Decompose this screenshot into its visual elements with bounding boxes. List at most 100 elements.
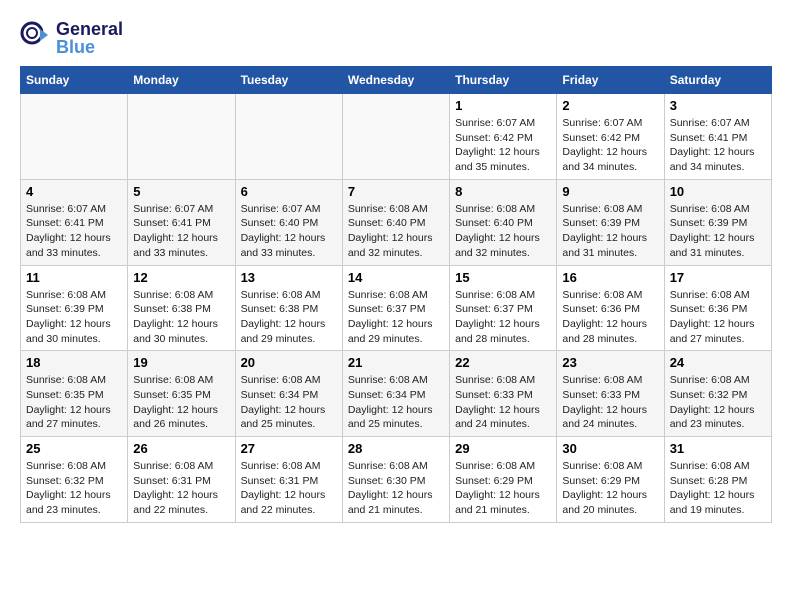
calendar-cell: 31Sunrise: 6:08 AMSunset: 6:28 PMDayligh… (664, 437, 771, 523)
day-info: Sunrise: 6:08 AMSunset: 6:33 PMDaylight:… (562, 373, 658, 432)
calendar-week-row: 11 Sunrise: 6:08 AMSunset: 6:39 PMDayligh… (21, 265, 772, 351)
calendar-cell: 18Sunrise: 6:08 AMSunset: 6:35 PMDayligh… (21, 351, 128, 437)
calendar-cell: 2Sunrise: 6:07 AMSunset: 6:42 PMDaylight… (557, 94, 664, 180)
day-info: Sunrise: 6:08 AMSunset: 6:36 PMDaylight:… (562, 288, 658, 347)
day-info: Sunrise: 6:08 AMSunset: 6:34 PMDaylight:… (348, 373, 444, 432)
calendar-cell: 14Sunrise: 6:08 AMSunset: 6:37 PMDayligh… (342, 265, 449, 351)
day-number: 24 (670, 355, 766, 370)
calendar-cell: 11 Sunrise: 6:08 AMSunset: 6:39 PMDayligh… (21, 265, 128, 351)
day-info: Sunrise: 6:07 AMSunset: 6:42 PMDaylight:… (455, 116, 551, 175)
day-info: Sunrise: 6:08 AMSunset: 6:31 PMDaylight:… (133, 459, 229, 518)
day-info: Sunrise: 6:08 AMSunset: 6:39 PMDaylight:… (670, 202, 766, 261)
day-info: Sunrise: 6:08 AMSunset: 6:38 PMDaylight:… (133, 288, 229, 347)
calendar-day-header: Sunday (21, 67, 128, 94)
calendar-cell: 5 Sunrise: 6:07 AMSunset: 6:41 PMDaylight… (128, 179, 235, 265)
calendar-cell: 20 Sunrise: 6:08 AMSunset: 6:34 PMDayligh… (235, 351, 342, 437)
day-number: 29 (455, 441, 551, 456)
day-number: 16 (562, 270, 658, 285)
day-info: Sunrise: 6:08 AMSunset: 6:31 PMDaylight:… (241, 459, 337, 518)
day-number: 26 (133, 441, 229, 456)
day-number: 31 (670, 441, 766, 456)
day-number: 27 (241, 441, 337, 456)
calendar-cell: 12 Sunrise: 6:08 AMSunset: 6:38 PMDayligh… (128, 265, 235, 351)
calendar-cell: 27 Sunrise: 6:08 AMSunset: 6:31 PMDayligh… (235, 437, 342, 523)
calendar-cell: 1 Sunrise: 6:07 AMSunset: 6:42 PMDaylight… (450, 94, 557, 180)
day-number: 28 (348, 441, 444, 456)
calendar-cell: 13 Sunrise: 6:08 AMSunset: 6:38 PMDayligh… (235, 265, 342, 351)
day-info: Sunrise: 6:08 AMSunset: 6:35 PMDaylight:… (133, 373, 229, 432)
day-number: 11 (26, 270, 122, 285)
day-number: 6 (241, 184, 337, 199)
day-number: 19 (133, 355, 229, 370)
calendar-cell: 29Sunrise: 6:08 AMSunset: 6:29 PMDayligh… (450, 437, 557, 523)
day-number: 7 (348, 184, 444, 199)
day-info: Sunrise: 6:07 AMSunset: 6:41 PMDaylight:… (133, 202, 229, 261)
day-number: 18 (26, 355, 122, 370)
calendar-week-row: 18 Sunrise: 6:08 AMSunset: 6:35 PMDayligh… (21, 351, 772, 437)
day-info: Sunrise: 6:07 AMSunset: 6:42 PMDaylight:… (562, 116, 658, 175)
day-number: 10 (670, 184, 766, 199)
day-number: 21 (348, 355, 444, 370)
calendar-body: 1 Sunrise: 6:07 AMSunset: 6:42 PMDaylight… (21, 94, 772, 523)
day-info: Sunrise: 6:08 AMSunset: 6:40 PMDaylight:… (455, 202, 551, 261)
day-number: 25 (26, 441, 122, 456)
day-info: Sunrise: 6:08 AMSunset: 6:38 PMDaylight:… (241, 288, 337, 347)
calendar-cell: 7 Sunrise: 6:08 AMSunset: 6:40 PMDaylight… (342, 179, 449, 265)
calendar-week-row: 4 Sunrise: 6:07 AMSunset: 6:41 PMDaylight… (21, 179, 772, 265)
logo-blue: Blue (56, 38, 123, 56)
day-number: 3 (670, 98, 766, 113)
calendar-cell (21, 94, 128, 180)
day-number: 15 (455, 270, 551, 285)
day-info: Sunrise: 6:08 AMSunset: 6:39 PMDaylight:… (26, 288, 122, 347)
day-info: Sunrise: 6:07 AMSunset: 6:41 PMDaylight:… (26, 202, 122, 261)
page-header: General Blue (20, 20, 772, 56)
calendar-week-row: 25 Sunrise: 6:08 AMSunset: 6:32 PMDayligh… (21, 437, 772, 523)
calendar-day-header: Wednesday (342, 67, 449, 94)
day-number: 4 (26, 184, 122, 199)
logo-graphic (20, 21, 50, 56)
calendar-cell: 19 Sunrise: 6:08 AMSunset: 6:35 PMDayligh… (128, 351, 235, 437)
day-info: Sunrise: 6:08 AMSunset: 6:40 PMDaylight:… (348, 202, 444, 261)
logo-container: General Blue (20, 20, 123, 56)
day-info: Sunrise: 6:07 AMSunset: 6:41 PMDaylight:… (670, 116, 766, 175)
calendar-cell: 26 Sunrise: 6:08 AMSunset: 6:31 PMDayligh… (128, 437, 235, 523)
day-number: 1 (455, 98, 551, 113)
day-number: 5 (133, 184, 229, 199)
calendar-cell: 28 Sunrise: 6:08 AMSunset: 6:30 PMDayligh… (342, 437, 449, 523)
day-number: 8 (455, 184, 551, 199)
calendar-day-header: Monday (128, 67, 235, 94)
calendar-cell: 16 Sunrise: 6:08 AMSunset: 6:36 PMDayligh… (557, 265, 664, 351)
day-info: Sunrise: 6:08 AMSunset: 6:39 PMDaylight:… (562, 202, 658, 261)
day-number: 12 (133, 270, 229, 285)
calendar-cell: 4 Sunrise: 6:07 AMSunset: 6:41 PMDaylight… (21, 179, 128, 265)
calendar-cell (342, 94, 449, 180)
calendar-day-header: Tuesday (235, 67, 342, 94)
day-info: Sunrise: 6:08 AMSunset: 6:32 PMDaylight:… (670, 373, 766, 432)
calendar-cell: 23Sunrise: 6:08 AMSunset: 6:33 PMDayligh… (557, 351, 664, 437)
day-number: 14 (348, 270, 444, 285)
day-number: 20 (241, 355, 337, 370)
day-number: 17 (670, 270, 766, 285)
day-info: Sunrise: 6:08 AMSunset: 6:32 PMDaylight:… (26, 459, 122, 518)
calendar-cell: 10 Sunrise: 6:08 AMSunset: 6:39 PMDayligh… (664, 179, 771, 265)
logo: General Blue (20, 20, 123, 56)
calendar-cell: 17Sunrise: 6:08 AMSunset: 6:36 PMDayligh… (664, 265, 771, 351)
calendar-cell (128, 94, 235, 180)
calendar-cell: 3 Sunrise: 6:07 AMSunset: 6:41 PMDaylight… (664, 94, 771, 180)
logo-svg (20, 21, 50, 51)
logo-general: General (56, 20, 123, 38)
calendar-header-row: SundayMondayTuesdayWednesdayThursdayFrid… (21, 67, 772, 94)
calendar-cell: 9Sunrise: 6:08 AMSunset: 6:39 PMDaylight… (557, 179, 664, 265)
calendar-cell: 8 Sunrise: 6:08 AMSunset: 6:40 PMDaylight… (450, 179, 557, 265)
day-info: Sunrise: 6:08 AMSunset: 6:30 PMDaylight:… (348, 459, 444, 518)
calendar-cell (235, 94, 342, 180)
day-info: Sunrise: 6:08 AMSunset: 6:34 PMDaylight:… (241, 373, 337, 432)
logo-text: General Blue (56, 20, 123, 56)
calendar-cell: 15Sunrise: 6:08 AMSunset: 6:37 PMDayligh… (450, 265, 557, 351)
calendar-cell: 22Sunrise: 6:08 AMSunset: 6:33 PMDayligh… (450, 351, 557, 437)
calendar-cell: 25 Sunrise: 6:08 AMSunset: 6:32 PMDayligh… (21, 437, 128, 523)
calendar-cell: 21 Sunrise: 6:08 AMSunset: 6:34 PMDayligh… (342, 351, 449, 437)
calendar-day-header: Thursday (450, 67, 557, 94)
day-number: 13 (241, 270, 337, 285)
calendar-week-row: 1 Sunrise: 6:07 AMSunset: 6:42 PMDaylight… (21, 94, 772, 180)
